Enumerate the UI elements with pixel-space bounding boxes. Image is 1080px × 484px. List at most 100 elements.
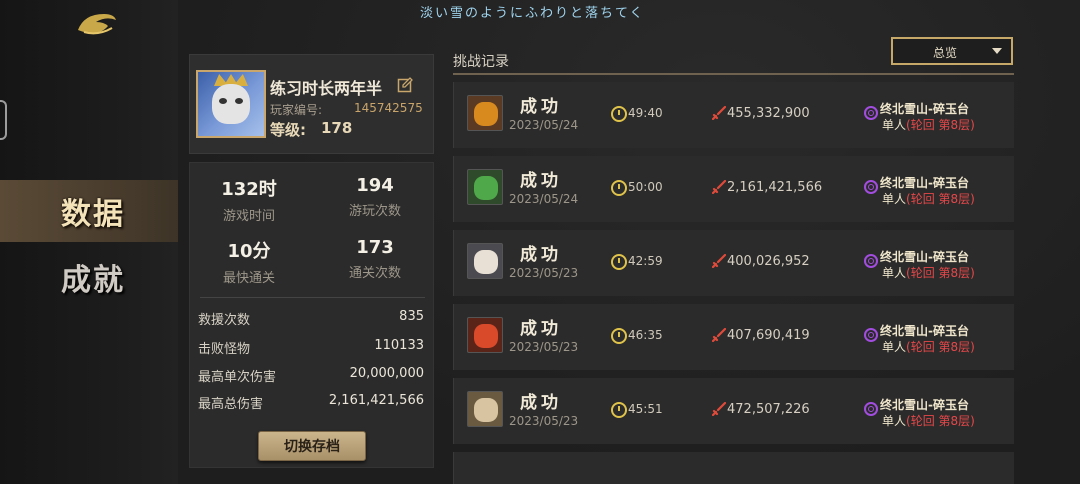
record-result: 成功 [520,245,562,265]
avatar[interactable] [196,70,266,138]
stat-label: 最快通关 [222,271,275,286]
records-title: 挑战记录 [453,54,509,70]
record-result: 成功 [520,319,562,339]
record-result: 成功 [520,393,562,413]
record-damage: 407,690,419 [727,328,810,343]
top-caption: 淡い雪のようにふわりと落ちてく [420,6,645,21]
mode-label: 单人 [882,266,907,280]
collapse-handle[interactable] [0,100,7,140]
sidebar: 数据 成就 [0,0,178,484]
tab-data[interactable]: 数据 [0,180,178,242]
record-time: 49:40 [628,106,663,120]
hero-portrait [467,169,503,205]
portal-icon [864,402,878,416]
chevron-down-icon [992,48,1002,54]
records-filter-dropdown[interactable]: 总览 [891,37,1013,65]
stat-label: 游戏时间 [222,209,275,224]
stat-value: 194 [356,175,394,196]
records-divider [453,73,1014,75]
stat-row-kills: 击败怪物 110133 [198,338,424,357]
record-result: 成功 [520,171,562,191]
record-damage: 400,026,952 [727,254,810,269]
mode-label: 单人 [882,118,907,132]
record-item[interactable]: 成功 2023/05/23 46:35 407,690,419 终北雪山-碎玉台… [453,304,1014,370]
record-item-partial[interactable] [453,452,1014,484]
record-time: 45:51 [628,402,663,416]
sword-icon [712,106,726,120]
row-label: 最高单次伤害 [198,370,277,385]
stat-fastest-clear: 10分 最快通关 [194,237,304,286]
portal-icon [864,180,878,194]
record-mode: 单人(轮回 第8层) [882,116,975,133]
hero-face [474,250,498,274]
switch-save-button[interactable]: 切换存档 [258,431,366,461]
record-item[interactable]: 成功 2023/05/23 45:51 472,507,226 终北雪山-碎玉台… [453,378,1014,444]
stat-row-max-total-damage: 最高总伤害 2,161,421,566 [198,393,424,412]
clock-icon [611,180,627,196]
record-mode: 单人(轮回 第8层) [882,412,975,429]
stat-value: 132时 [221,179,277,200]
mode-detail: (轮回 第8层) [906,414,975,428]
record-location: 终北雪山-碎玉台 [880,398,969,412]
clock-icon [611,106,627,122]
record-location: 终北雪山-碎玉台 [880,176,969,190]
record-mode: 单人(轮回 第8层) [882,190,975,207]
mode-label: 单人 [882,340,907,354]
record-mode: 单人(轮回 第8层) [882,264,975,281]
mode-label: 单人 [882,192,907,206]
stat-play-count: 194 游玩次数 [320,175,430,219]
record-item[interactable]: 成功 2023/05/23 42:59 400,026,952 终北雪山-碎玉台… [453,230,1014,296]
record-location: 终北雪山-碎玉台 [880,250,969,264]
stat-value: 10分 [227,241,271,262]
record-location: 终北雪山-碎玉台 [880,102,969,116]
tab-achievements[interactable]: 成就 [0,246,178,308]
record-damage: 472,507,226 [727,402,810,417]
mode-detail: (轮回 第8层) [906,340,975,354]
record-damage: 455,332,900 [727,106,810,121]
avatar-eye [235,98,243,104]
clock-icon [611,328,627,344]
level-label: 等级: [270,121,306,139]
mode-detail: (轮回 第8层) [906,192,975,206]
game-logo-icon [78,14,116,35]
clock-icon [611,402,627,418]
hero-face [474,176,498,200]
row-value: 20,000,000 [349,366,424,381]
sword-icon [712,328,726,342]
hero-portrait [467,243,503,279]
row-label: 最高总伤害 [198,397,264,412]
row-label: 救援次数 [198,313,251,328]
hero-portrait [467,317,503,353]
record-date: 2023/05/24 [509,118,579,132]
stat-value: 173 [356,237,394,258]
stat-clear-count: 173 通关次数 [320,237,430,281]
divider [200,297,425,298]
stat-label: 游玩次数 [348,204,401,219]
row-value: 835 [399,309,424,324]
player-name: 练习时长两年半 [270,79,383,98]
portal-icon [864,328,878,342]
record-item[interactable]: 成功 2023/05/24 49:40 455,332,900 终北雪山-碎玉台… [453,82,1014,148]
hero-face [474,398,498,422]
hero-face [474,324,498,348]
record-time: 42:59 [628,254,663,268]
sword-icon [712,402,726,416]
row-label: 击败怪物 [198,342,251,357]
record-time: 50:00 [628,180,663,194]
level-value: 178 [321,119,353,137]
hero-portrait [467,391,503,427]
hero-face [474,102,498,126]
record-date: 2023/05/23 [509,266,579,280]
record-item[interactable]: 成功 2023/05/24 50:00 2,161,421,566 终北雪山-碎… [453,156,1014,222]
edit-icon[interactable] [397,77,413,93]
stat-row-max-single-damage: 最高单次伤害 20,000,000 [198,366,424,385]
profile-card: 练习时长两年半 玩家编号: 145742575 等级: 178 [189,54,434,154]
mode-detail: (轮回 第8层) [906,118,975,132]
portal-icon [864,106,878,120]
stat-row-rescues: 救援次数 835 [198,309,424,328]
mode-detail: (轮回 第8层) [906,266,975,280]
stat-play-time: 132时 游戏时间 [194,175,304,224]
stat-label: 通关次数 [348,266,401,281]
row-value: 2,161,421,566 [328,393,424,408]
record-date: 2023/05/23 [509,340,579,354]
